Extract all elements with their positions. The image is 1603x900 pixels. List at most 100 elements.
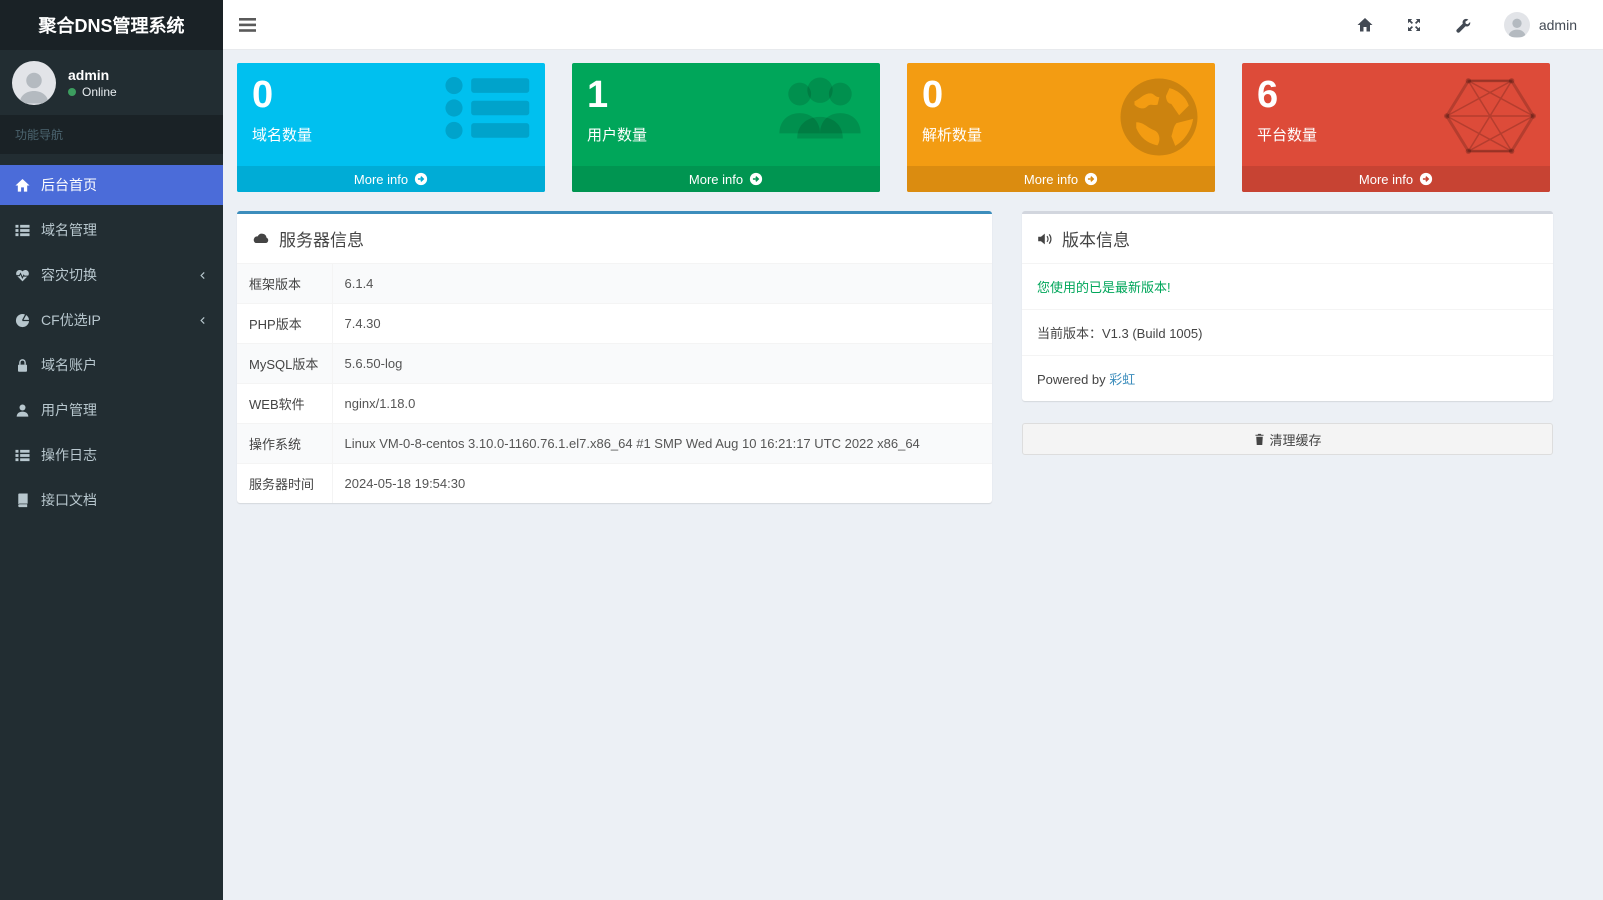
stat-label: 用户数量 (587, 124, 865, 145)
sidebar-item-failover[interactable]: 容灾切换 (0, 255, 223, 295)
table-row: MySQL版本5.6.50-log (237, 344, 992, 384)
sidebar-item-accounts[interactable]: 域名账户 (0, 345, 223, 385)
sidebar-item-label: 用户管理 (41, 400, 97, 420)
online-dot-icon (68, 88, 76, 96)
app-title: 聚合DNS管理系统 (38, 12, 184, 38)
sidebar-user-panel: admin Online (0, 50, 223, 115)
sidebar-item-domains[interactable]: 域名管理 (0, 210, 223, 250)
more-info-label: More info (1024, 172, 1078, 187)
stat-card-platforms: 6 平台数量 More info (1242, 63, 1550, 192)
sidebar-item-users[interactable]: 用户管理 (0, 390, 223, 430)
sidebar-item-label: 域名管理 (41, 220, 97, 240)
row-value: Linux VM-0-8-centos 3.10.0-1160.76.1.el7… (332, 424, 992, 464)
app-logo[interactable]: 聚合DNS管理系统 (0, 0, 223, 50)
navbar-right: admin (1357, 12, 1603, 38)
server-info-panel: 服务器信息 框架版本6.1.4 PHP版本7.4.30 MySQL版本5.6.5… (237, 211, 992, 503)
stat-label: 平台数量 (1257, 124, 1535, 145)
row-label: PHP版本 (237, 304, 332, 344)
table-row: 操作系统Linux VM-0-8-centos 3.10.0-1160.76.1… (237, 424, 992, 464)
more-info-link[interactable]: More info (237, 166, 545, 192)
sidebar-item-label: 域名账户 (41, 355, 97, 375)
sidebar-item-cf-ip[interactable]: CF优选IP (0, 300, 223, 340)
more-info-label: More info (689, 172, 743, 187)
chevron-left-icon (197, 270, 208, 281)
sidebar-nav-header: 功能导航 (0, 115, 223, 154)
server-info-table: 框架版本6.1.4 PHP版本7.4.30 MySQL版本5.6.50-log … (237, 264, 992, 503)
version-info-header: 版本信息 (1022, 214, 1553, 264)
version-list: 您使用的已是最新版本! 当前版本：V1.3 (Build 1005) Power… (1022, 264, 1553, 401)
panel-title: 服务器信息 (279, 226, 364, 251)
sidebar-toggle-button[interactable] (223, 0, 272, 50)
sidebar-item-label: 操作日志 (41, 445, 97, 465)
row-value: 7.4.30 (332, 304, 992, 344)
user-name: admin (68, 67, 109, 83)
trash-icon (1253, 433, 1266, 446)
sidebar-item-label: 容灾切换 (41, 265, 97, 285)
stat-value: 0 (252, 72, 530, 120)
volume-icon (1037, 231, 1053, 247)
row-value: 2024-05-18 19:54:30 (332, 464, 992, 504)
version-status-message: 您使用的已是最新版本! (1022, 264, 1553, 310)
more-info-label: More info (354, 172, 408, 187)
row-value: 6.1.4 (332, 264, 992, 304)
sidebar-item-api-docs[interactable]: 接口文档 (0, 480, 223, 520)
row-value: 5.6.50-log (332, 344, 992, 384)
powered-by-link[interactable]: 彩虹 (1109, 372, 1135, 387)
sidebar-item-logs[interactable]: 操作日志 (0, 435, 223, 475)
more-info-link[interactable]: More info (907, 166, 1215, 192)
arrow-circle-right-icon (1084, 172, 1098, 186)
pie-chart-icon (15, 313, 30, 328)
row-label: 服务器时间 (237, 464, 332, 504)
navbar-username: admin (1539, 17, 1577, 33)
wrench-icon[interactable] (1455, 17, 1471, 33)
table-row: 服务器时间2024-05-18 19:54:30 (237, 464, 992, 504)
more-info-label: More info (1359, 172, 1413, 187)
main-content: 0 域名数量 More info 1 用户数量 More info (223, 50, 1603, 900)
current-version: 当前版本：V1.3 (Build 1005) (1022, 310, 1553, 356)
row-label: WEB软件 (237, 384, 332, 424)
fullscreen-icon[interactable] (1406, 17, 1422, 33)
home-icon[interactable] (1357, 17, 1373, 33)
sidebar: 聚合DNS管理系统 admin Online 功能导航 后台首页 域名管理 容灾… (0, 0, 223, 900)
avatar (12, 61, 56, 105)
book-icon (15, 493, 30, 508)
stat-value: 6 (1257, 72, 1535, 120)
stat-value: 0 (922, 72, 1200, 120)
row-label: 操作系统 (237, 424, 332, 464)
sidebar-item-dashboard[interactable]: 后台首页 (0, 165, 223, 205)
cloud-icon (252, 231, 270, 246)
stat-card-users: 1 用户数量 More info (572, 63, 880, 192)
powered-by: Powered by 彩虹 (1022, 356, 1553, 401)
lock-icon (15, 358, 30, 373)
server-info-header: 服务器信息 (237, 214, 992, 264)
sidebar-item-label: 接口文档 (41, 490, 97, 510)
sidebar-item-label: 后台首页 (41, 175, 97, 195)
table-row: WEB软件nginx/1.18.0 (237, 384, 992, 424)
stat-label: 解析数量 (922, 124, 1200, 145)
stat-card-domains: 0 域名数量 More info (237, 63, 545, 192)
more-info-link[interactable]: More info (572, 166, 880, 192)
clear-cache-button[interactable]: 清理缓存 (1022, 423, 1553, 455)
table-row: 框架版本6.1.4 (237, 264, 992, 304)
list-icon (15, 448, 30, 463)
stats-row: 0 域名数量 More info 1 用户数量 More info (237, 63, 1589, 192)
stat-card-records: 0 解析数量 More info (907, 63, 1215, 192)
arrow-circle-right-icon (1419, 172, 1433, 186)
table-row: PHP版本7.4.30 (237, 304, 992, 344)
home-icon (15, 178, 30, 193)
arrow-circle-right-icon (414, 172, 428, 186)
row-label: 框架版本 (237, 264, 332, 304)
avatar (1504, 12, 1530, 38)
version-info-panel: 版本信息 您使用的已是最新版本! 当前版本：V1.3 (Build 1005) … (1022, 211, 1553, 401)
sidebar-menu: 后台首页 域名管理 容灾切换 CF优选IP 域名账户 用户管理 操作日志 (0, 154, 223, 520)
row-value: nginx/1.18.0 (332, 384, 992, 424)
stat-value: 1 (587, 72, 865, 120)
list-icon (15, 223, 30, 238)
top-navbar: admin (223, 0, 1603, 50)
hamburger-icon (239, 18, 256, 32)
arrow-circle-right-icon (749, 172, 763, 186)
stat-label: 域名数量 (252, 124, 530, 145)
more-info-link[interactable]: More info (1242, 166, 1550, 192)
navbar-user-menu[interactable]: admin (1504, 12, 1577, 38)
row-label: MySQL版本 (237, 344, 332, 384)
